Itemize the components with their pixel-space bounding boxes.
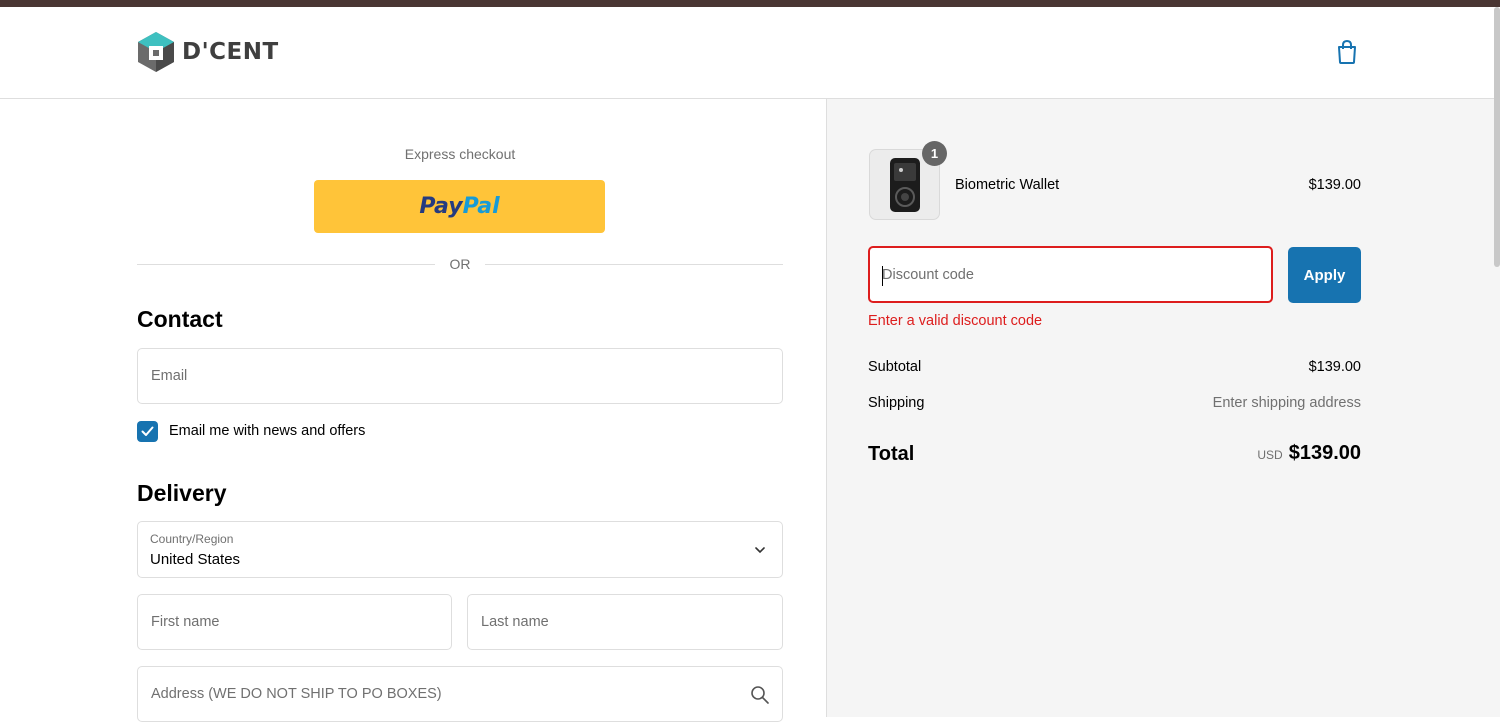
discount-error-message: Enter a valid discount code <box>868 313 1043 329</box>
total-label: Total <box>868 443 915 465</box>
product-price: $139.00 <box>1308 177 1361 193</box>
or-divider: OR <box>137 256 783 272</box>
text-caret <box>882 266 883 286</box>
brand-logo[interactable]: D'CENT <box>136 30 279 74</box>
divider-line-right <box>485 264 783 265</box>
contact-heading: Contact <box>137 306 223 332</box>
last-name-field[interactable] <box>467 594 783 650</box>
address-input[interactable] <box>138 667 782 721</box>
subtotal-value: $139.00 <box>1308 359 1361 375</box>
first-name-field[interactable] <box>137 594 452 650</box>
email-input[interactable] <box>138 349 782 403</box>
newsletter-checkbox[interactable] <box>137 421 158 442</box>
quantity-badge: 1 <box>922 141 947 166</box>
search-icon[interactable] <box>750 685 770 705</box>
brand-name: D'CENT <box>182 39 279 65</box>
delivery-heading: Delivery <box>137 480 227 506</box>
total-value-group: USD $139.00 <box>1100 442 1361 465</box>
address-field[interactable] <box>137 666 783 722</box>
shopping-bag-icon[interactable] <box>1336 39 1358 65</box>
express-checkout-label: Express checkout <box>404 146 516 162</box>
site-header: D'CENT <box>0 7 1500 99</box>
first-name-input[interactable] <box>138 595 451 649</box>
subtotal-label: Subtotal <box>868 359 922 375</box>
scrollbar[interactable] <box>1494 7 1500 267</box>
checkmark-icon <box>141 426 154 436</box>
newsletter-label: Email me with news and offers <box>169 423 366 439</box>
discount-code-input[interactable] <box>870 248 1271 301</box>
discount-code-field[interactable] <box>868 246 1273 303</box>
top-accent-bar <box>0 0 1500 7</box>
dcent-logo-icon <box>138 32 174 72</box>
country-value: United States <box>150 551 241 568</box>
shipping-value: Enter shipping address <box>1212 395 1361 411</box>
country-label: Country/Region <box>150 532 234 546</box>
country-select[interactable]: Country/Region United States <box>137 521 783 578</box>
email-field[interactable] <box>137 348 783 404</box>
paypal-logo-part1: Pay <box>419 194 463 219</box>
product-name: Biometric Wallet <box>955 177 1060 193</box>
apply-discount-button[interactable]: Apply <box>1288 247 1361 303</box>
total-amount: $139.00 <box>1288 442 1361 464</box>
total-currency: USD <box>1257 448 1283 462</box>
shipping-label: Shipping <box>868 395 925 411</box>
paypal-button[interactable]: Pay Pal <box>314 180 605 233</box>
biometric-wallet-image <box>889 157 920 212</box>
last-name-input[interactable] <box>468 595 782 649</box>
paypal-logo-part2: Pal <box>462 194 500 219</box>
chevron-down-icon <box>755 547 765 554</box>
